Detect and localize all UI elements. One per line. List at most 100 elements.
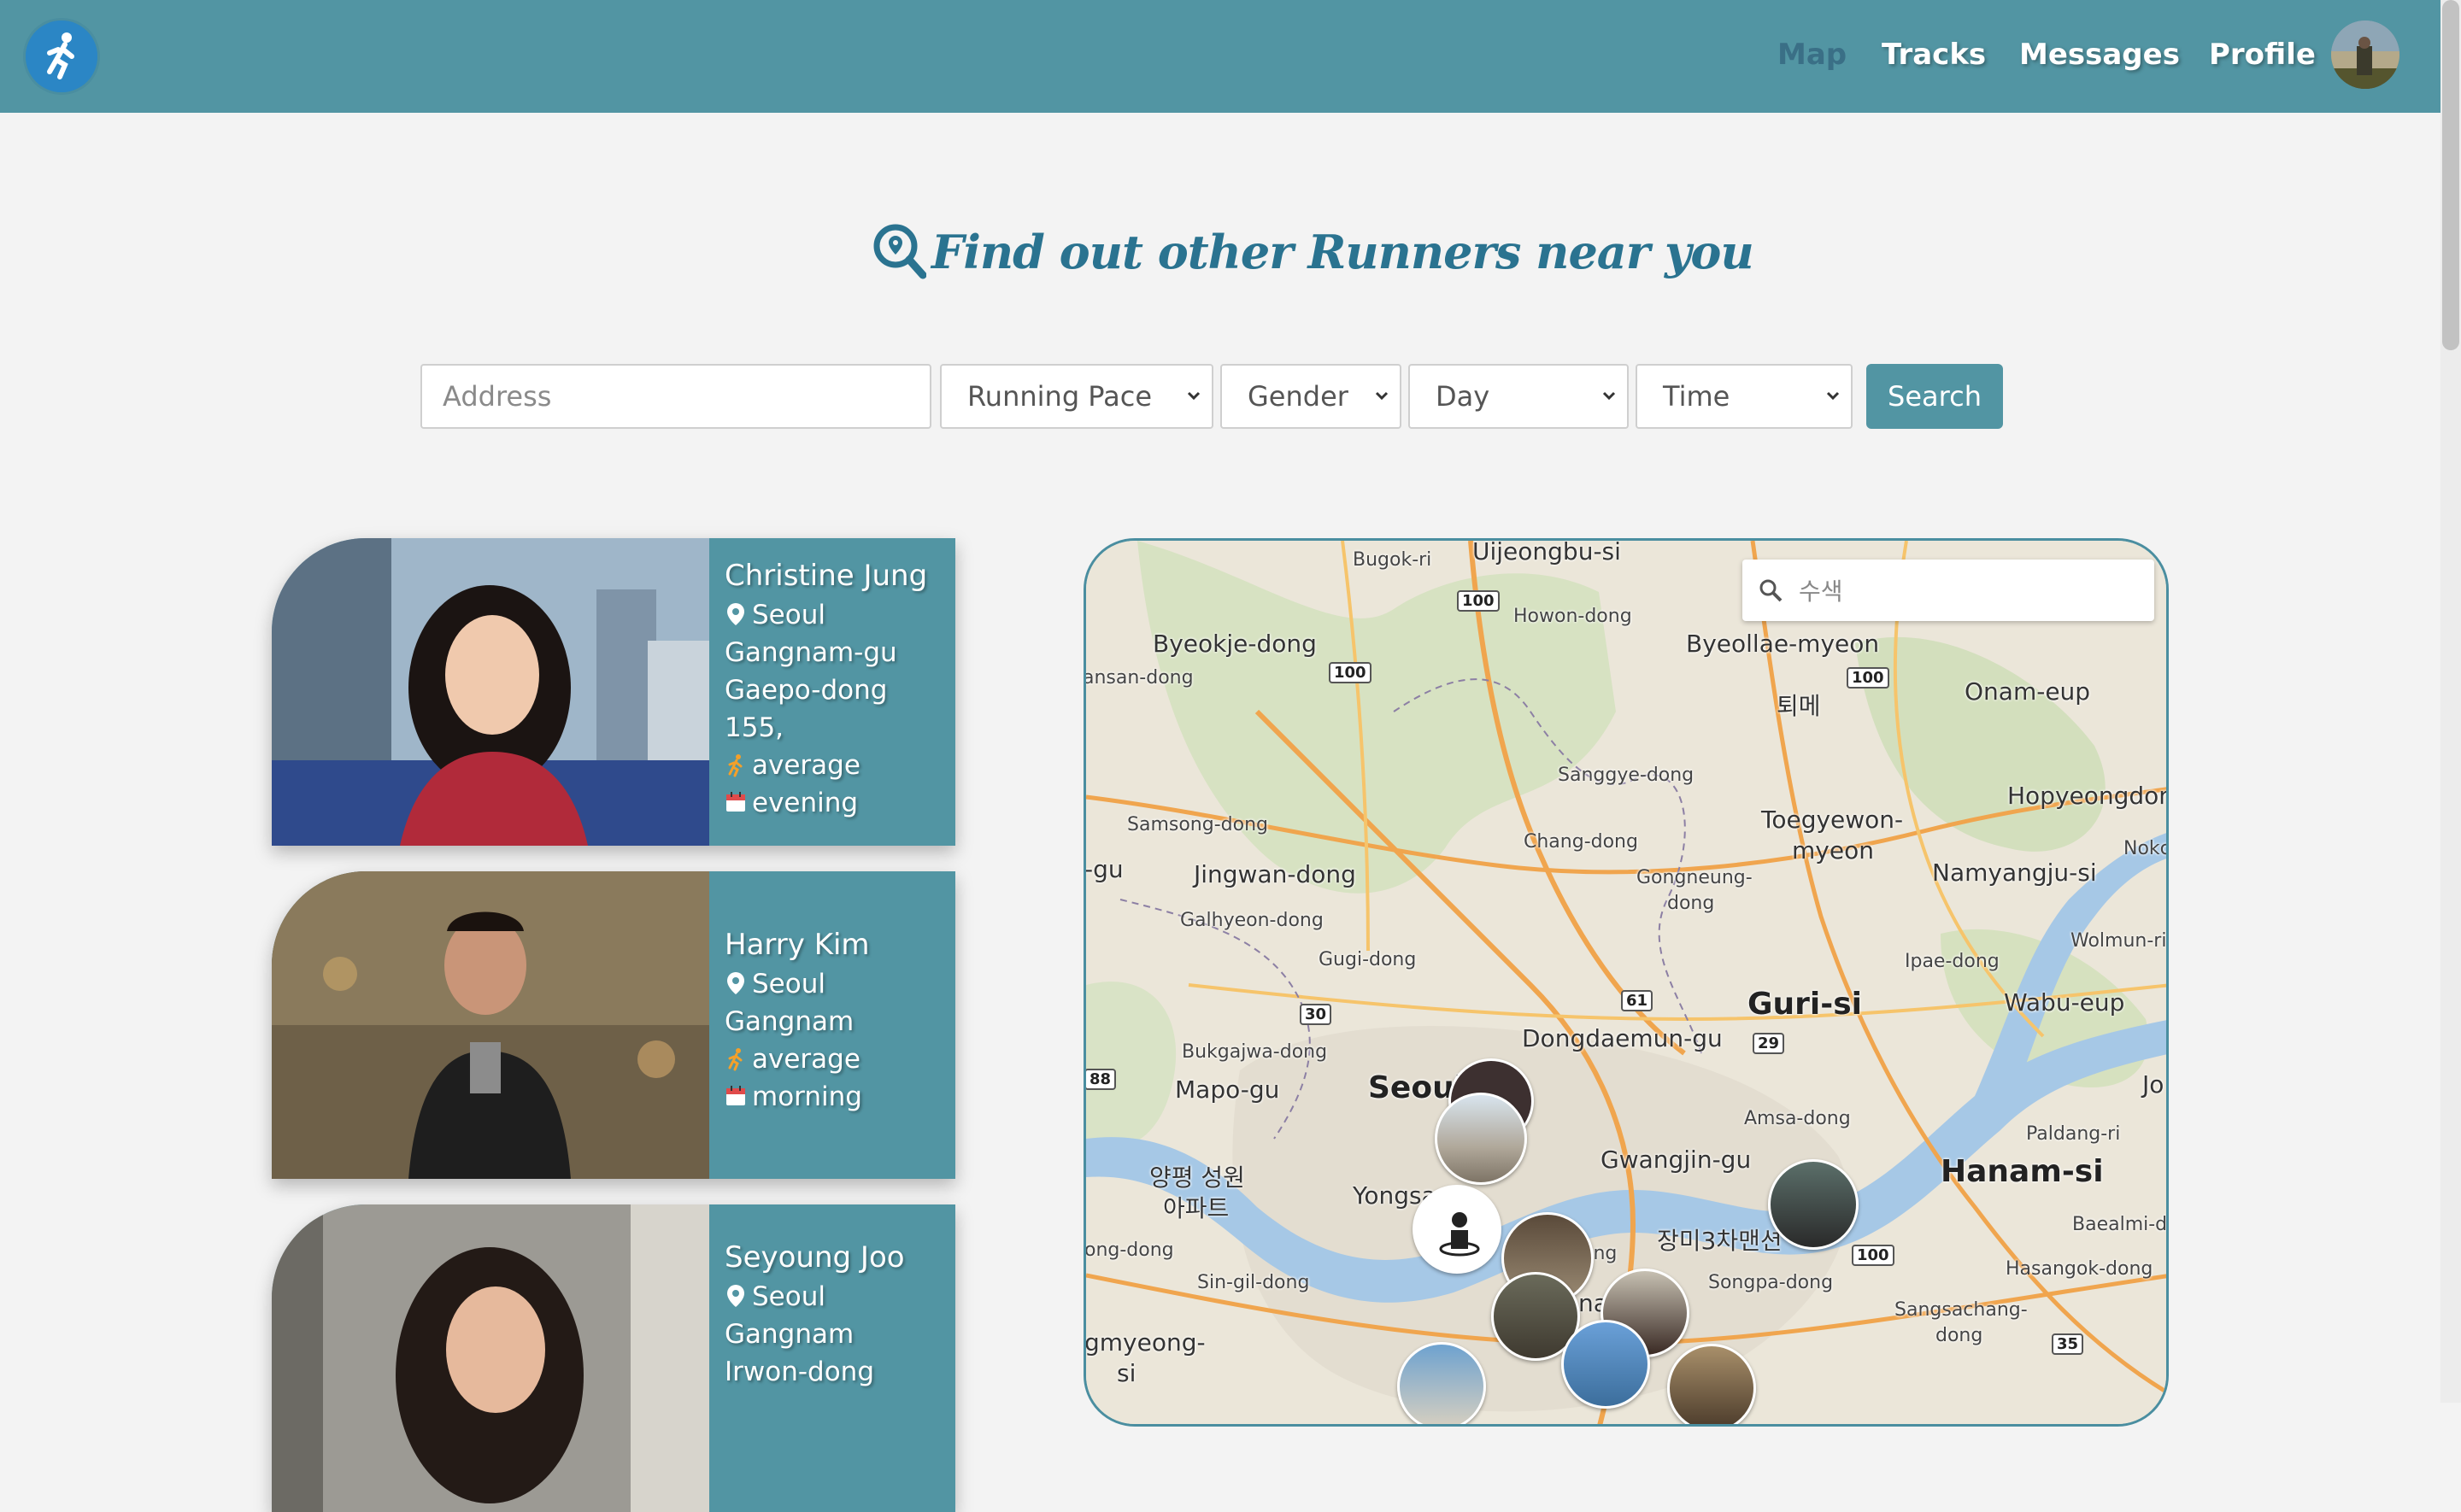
map-label: Namyangju-si bbox=[1932, 859, 2097, 887]
search-location-icon bbox=[873, 224, 926, 279]
map-label: -gu bbox=[1084, 855, 1124, 883]
address-placeholder: Address bbox=[443, 380, 552, 413]
avatar[interactable] bbox=[2331, 21, 2399, 89]
chevron-down-icon bbox=[1602, 391, 1616, 401]
runner-name: Harry Kim bbox=[725, 928, 870, 962]
map-label: Galhyeon-dong bbox=[1180, 910, 1324, 931]
map-marker-icon bbox=[727, 1285, 744, 1307]
runner-location-line: Gangnam-gu bbox=[725, 637, 897, 668]
runner-location-line: Irwon-dong bbox=[725, 1357, 875, 1387]
map-label: 장미3차맨션 bbox=[1657, 1227, 1783, 1255]
map-label: Paldang-ri bbox=[2026, 1123, 2121, 1145]
runner-map-marker[interactable] bbox=[1413, 1185, 1501, 1274]
runner-pace: average bbox=[752, 750, 860, 781]
time-select[interactable]: Time bbox=[1636, 364, 1853, 429]
page-title: Find out other Runners near you bbox=[872, 214, 1754, 290]
running-pace-value: Running Pace bbox=[967, 380, 1153, 413]
map-label: Mapo-gu bbox=[1175, 1075, 1280, 1104]
chevron-down-icon bbox=[1375, 391, 1389, 401]
runner-map-marker[interactable] bbox=[1397, 1342, 1486, 1424]
map-label: Sangsachang- bbox=[1894, 1299, 2028, 1321]
map-label: Bukgajwa-dong bbox=[1182, 1041, 1328, 1063]
runner-map-marker[interactable] bbox=[1561, 1320, 1650, 1409]
runner-card[interactable]: Seyoung Joo Seoul Gangnam Irwon-dong bbox=[272, 1204, 955, 1512]
page-title-text: Find out other Runners near you bbox=[931, 225, 1754, 279]
road-number-badge: 61 bbox=[1621, 990, 1653, 1011]
map-label: Gugi-dong bbox=[1319, 949, 1417, 970]
road-number-badge: 100 bbox=[1847, 667, 1889, 689]
road-number-badge: 29 bbox=[1753, 1033, 1785, 1054]
map-label: myeon bbox=[1792, 836, 1874, 864]
address-input[interactable]: Address bbox=[420, 364, 931, 429]
chevron-down-icon bbox=[1187, 391, 1201, 401]
runner-info: Harry Kim Seoul Gangnam average morning bbox=[725, 926, 870, 1116]
map-label: Amsa-dong bbox=[1744, 1108, 1851, 1129]
navbar: Map Tracks Messages Profile bbox=[0, 0, 2440, 113]
map-label: Jingwan-dong bbox=[1194, 860, 1356, 888]
day-value: Day bbox=[1436, 380, 1490, 413]
map-label: Dongdaemun-gu bbox=[1522, 1024, 1723, 1052]
nav-profile[interactable]: Profile bbox=[2209, 38, 2316, 72]
nav-map[interactable]: Map bbox=[1777, 38, 1847, 72]
map-label: Songpa-dong bbox=[1708, 1272, 1834, 1293]
runner-time: evening bbox=[752, 788, 859, 818]
map-label: ansan-dong bbox=[1084, 667, 1194, 689]
map-label: Guri-si bbox=[1747, 987, 1862, 1022]
map-view[interactable]: 수색 Uijeongbu-si Bugok-ri Howon-dong Byeo… bbox=[1084, 538, 2169, 1427]
runner-pace: average bbox=[752, 1044, 860, 1075]
search-icon bbox=[1759, 579, 1783, 602]
calendar-icon bbox=[726, 792, 745, 812]
map-label: 아파트 bbox=[1163, 1194, 1230, 1222]
runner-map-marker[interactable] bbox=[1435, 1093, 1527, 1185]
runner-card[interactable]: Harry Kim Seoul Gangnam average morning bbox=[272, 871, 955, 1179]
scrollbar-thumb[interactable] bbox=[2442, 0, 2459, 350]
time-value: Time bbox=[1663, 380, 1730, 413]
road-number-badge: 100 bbox=[1457, 590, 1500, 612]
road-number-badge: 100 bbox=[1852, 1245, 1894, 1266]
runner-location-line: Seoul bbox=[752, 969, 825, 999]
map-label: Sanggye-dong bbox=[1558, 765, 1695, 786]
map-search-box[interactable]: 수색 bbox=[1742, 560, 2154, 621]
runner-location-line: Seoul bbox=[752, 600, 825, 630]
runner-icon[interactable] bbox=[26, 21, 97, 92]
runner-name: Christine Jung bbox=[725, 559, 928, 593]
day-select[interactable]: Day bbox=[1408, 364, 1629, 429]
runner-icon bbox=[728, 754, 743, 777]
map-label: Chang-dong bbox=[1524, 831, 1638, 853]
runner-photo bbox=[272, 538, 709, 846]
running-pace-select[interactable]: Running Pace bbox=[940, 364, 1213, 429]
map-label: Uijeongbu-si bbox=[1472, 538, 1621, 566]
runner-info: Seyoung Joo Seoul Gangnam Irwon-dong bbox=[725, 1239, 905, 1391]
map-label: dong bbox=[1935, 1325, 1983, 1346]
runner-name: Seyoung Joo bbox=[725, 1240, 905, 1275]
road-number-badge: 35 bbox=[2052, 1333, 2084, 1355]
search-button[interactable]: Search bbox=[1866, 364, 2003, 429]
gender-select[interactable]: Gender bbox=[1220, 364, 1401, 429]
map-label: Wabu-eup bbox=[2004, 988, 2125, 1017]
map-label: Baealmi-do bbox=[2072, 1214, 2169, 1235]
map-label: Hasangok-dong bbox=[2006, 1258, 2153, 1280]
runner-map-marker[interactable] bbox=[1768, 1159, 1859, 1250]
map-label: Jo bbox=[2142, 1070, 2164, 1099]
chevron-down-icon bbox=[1826, 391, 1840, 401]
map-label: Hopyeongdong bbox=[2007, 782, 2166, 810]
nav-messages[interactable]: Messages bbox=[2019, 38, 2180, 72]
map-label: Byeollae-myeon bbox=[1686, 630, 1880, 658]
nav-tracks[interactable]: Tracks bbox=[1882, 38, 1986, 72]
runner-card[interactable]: Christine Jung Seoul Gangnam-gu Gaepo-do… bbox=[272, 538, 955, 846]
map-search-placeholder: 수색 bbox=[1799, 577, 1843, 606]
map-label: Onam-eup bbox=[1965, 677, 2091, 706]
runner-photo bbox=[272, 871, 709, 1179]
map-label: Wolmun-ri bbox=[2070, 930, 2167, 952]
map-label: ong-dong bbox=[1084, 1239, 1174, 1261]
map-label: Nokch bbox=[2123, 838, 2166, 859]
road-number-badge: 30 bbox=[1300, 1004, 1332, 1025]
runner-info: Christine Jung Seoul Gangnam-gu Gaepo-do… bbox=[725, 557, 927, 822]
runner-map-marker[interactable] bbox=[1667, 1344, 1756, 1424]
gender-value: Gender bbox=[1248, 380, 1348, 413]
runner-photo bbox=[272, 1204, 709, 1512]
map-label: 퇴메 bbox=[1777, 692, 1821, 720]
map-label: Ipae-dong bbox=[1905, 951, 2000, 972]
runner-location-line: 155, bbox=[725, 712, 784, 743]
map-label: gmyeong- bbox=[1084, 1328, 1206, 1357]
